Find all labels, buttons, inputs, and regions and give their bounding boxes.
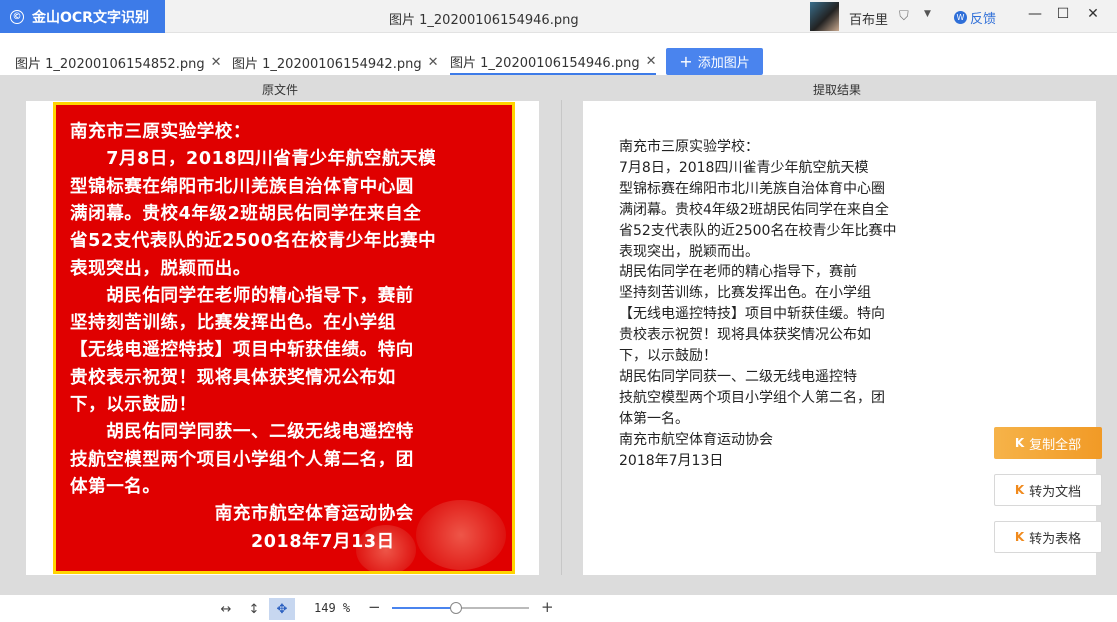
trophy-decoration (416, 500, 506, 570)
result-pane-title: 提取结果 (813, 83, 862, 97)
fit-height-icon[interactable]: ↕ (241, 598, 267, 620)
copy-all-label: 复制全部 (1029, 437, 1082, 453)
result-text-line: 南充市航空体育运动协会 (619, 431, 773, 448)
result-text-line: 型锦标赛在绵阳市北川羌族自治体育中心圈 (619, 180, 885, 197)
image-text-line: 贵校表示祝贺！现将具体获奖情况公布如 (70, 367, 396, 388)
table-icon: K (1014, 530, 1025, 544)
tab-image-3[interactable]: 图片 1_20200106154946.png ✕ (450, 50, 657, 75)
bottom-toolbar: ↔ ↕ ✥ 149 % − + (0, 595, 1117, 622)
image-text-line: 型锦标赛在绵阳市北川羌族自治体育中心圆 (70, 176, 414, 197)
feedback-label: 反馈 (970, 12, 997, 27)
tab-image-1[interactable]: 图片 1_20200106154852.png ✕ (15, 50, 221, 75)
image-text-line: 7月8日，2018四川省青少年航空航天模 (70, 149, 437, 170)
image-text-line: 表现突出，脱颖而出。 (70, 258, 251, 279)
zoom-level: 149 % (314, 601, 351, 615)
app-brand: © 金山OCR文字识别 (0, 0, 165, 33)
zoom-out-button[interactable]: − (368, 598, 381, 616)
result-text-line: 满闭幕。贵校4年级2班胡民佑同学在来自全 (619, 201, 889, 218)
document-icon: K (1014, 483, 1025, 497)
fit-width-icon[interactable]: ↔ (213, 598, 239, 620)
caret-down-icon[interactable]: ▼ (924, 9, 931, 19)
image-text-line: 坚持刻苦训练，比赛发挥出色。在小学组 (70, 313, 396, 334)
feedback-icon: W (954, 11, 967, 24)
zoom-slider-thumb[interactable] (450, 602, 463, 614)
move-icon[interactable]: ✥ (269, 598, 295, 620)
result-text-line: 贵校表示祝贺！现将具体获奖情况公布如 (619, 327, 871, 344)
image-text-line: 满闭幕。贵校4年级2班胡民佑同学在来自全 (70, 203, 422, 224)
vip-shield-icon[interactable]: ⛉ (899, 9, 909, 24)
image-text-line: 技航空模型两个项目小学组个人第二名，团 (70, 449, 414, 470)
zoom-in-button[interactable]: + (541, 598, 554, 616)
image-text-line: 南充市航空体育运动协会 (70, 504, 414, 525)
source-image: 南充市三原实验学校： 7月8日，2018四川省青少年航空航天模 型锦标赛在绵阳市北… (53, 102, 515, 574)
image-text-line: 下，以示鼓励！ (70, 395, 197, 415)
result-text-line: 技航空模型两个项目小学组个人第二名，团 (619, 389, 885, 406)
close-tab-icon[interactable]: ✕ (428, 55, 439, 70)
result-text-line: 7月8日，2018四川雀青少年航空航天模 (619, 159, 869, 176)
tab-label: 图片 1_20200106154852.png (15, 57, 205, 72)
result-text-line: 下，以示鼓励！ (619, 348, 717, 364)
tab-label: 图片 1_20200106154946.png (450, 56, 640, 71)
convert-to-table-button[interactable]: K 转为表格 (994, 521, 1102, 553)
pane-divider[interactable] (561, 100, 562, 575)
result-text-line: 表现突出，脱颖而出。 (619, 243, 759, 260)
user-name[interactable]: 百布里 (849, 9, 888, 28)
result-text-line: 体第一名。 (619, 410, 689, 427)
add-image-button[interactable]: + 添加图片 (666, 48, 763, 75)
zoom-slider-fill (392, 607, 457, 609)
close-tab-icon[interactable]: ✕ (646, 54, 657, 69)
image-text-line: 胡民佑同学在老师的精心指导下，赛前 (70, 285, 414, 306)
image-text-line: 体第一名。 (70, 476, 161, 497)
result-text-line: 胡民佑同学在老师的精心指导下，赛前 (619, 264, 857, 281)
tab-bar: 图片 1_20200106154852.png ✕ 图片 1_202001061… (0, 33, 1117, 75)
zoom-slider[interactable] (392, 602, 529, 614)
tab-label: 图片 1_20200106154942.png (232, 57, 422, 72)
image-text-line: 胡民佑同学同获一、二级无线电遥控特 (70, 422, 414, 443)
original-image-pane[interactable]: 南充市三原实验学校： 7月8日，2018四川省青少年航空航天模 型锦标赛在绵阳市北… (26, 101, 539, 575)
result-text-line: 省52支代表队的近2500名在校青少年比赛中 (619, 222, 897, 239)
image-text-line: 【无线电遥控特技】项目中斩获佳绩。特向 (70, 340, 414, 361)
convert-to-document-button[interactable]: K 转为文档 (994, 474, 1102, 506)
work-area: 原文件 提取结果 南充市三原实验学校： 7月8日，2018四川省青少年航空航天模… (0, 75, 1117, 595)
result-text-line: 坚持刻苦训练，比赛发挥出色。在小学组 (619, 285, 871, 302)
result-text-line: 胡民佑同学同获一、二级无线电遥控特 (619, 368, 857, 385)
image-text-line: 南充市三原实验学校： (70, 122, 251, 142)
maximize-button[interactable]: ☐ (1053, 6, 1073, 22)
copyright-circle-icon: © (10, 9, 24, 24)
result-text-line: 【无线电遥控特技】项目中斩获佳缓。特向 (619, 306, 885, 323)
plus-icon: + (679, 52, 693, 71)
convert-to-document-label: 转为文档 (1029, 484, 1082, 500)
add-image-label: 添加图片 (697, 56, 750, 71)
result-text-line: 南充市三原实验学校： (619, 139, 759, 155)
window-title: 图片 1_20200106154946.png (389, 13, 579, 28)
close-tab-icon[interactable]: ✕ (211, 55, 222, 70)
close-window-button[interactable]: ✕ (1083, 6, 1103, 22)
original-pane-title: 原文件 (262, 83, 299, 97)
copy-all-button[interactable]: K 复制全部 (994, 427, 1102, 459)
copy-icon: K (1014, 436, 1025, 450)
feedback-button[interactable]: W 反馈 (954, 8, 996, 27)
avatar[interactable] (810, 2, 839, 31)
image-text-line: 省52支代表队的近2500名在校青少年比赛中 (70, 231, 437, 252)
tab-image-2[interactable]: 图片 1_20200106154942.png ✕ (232, 50, 438, 75)
app-name: 金山OCR文字识别 (32, 9, 149, 26)
image-text-line: 2018年7月13日 (70, 531, 395, 552)
minimize-button[interactable]: — (1025, 6, 1045, 22)
title-bar: © 金山OCR文字识别 图片 1_20200106154946.png 百布里 … (0, 0, 1117, 33)
convert-to-table-label: 转为表格 (1029, 531, 1082, 547)
result-text-line: 2018年7月13日 (619, 452, 724, 469)
